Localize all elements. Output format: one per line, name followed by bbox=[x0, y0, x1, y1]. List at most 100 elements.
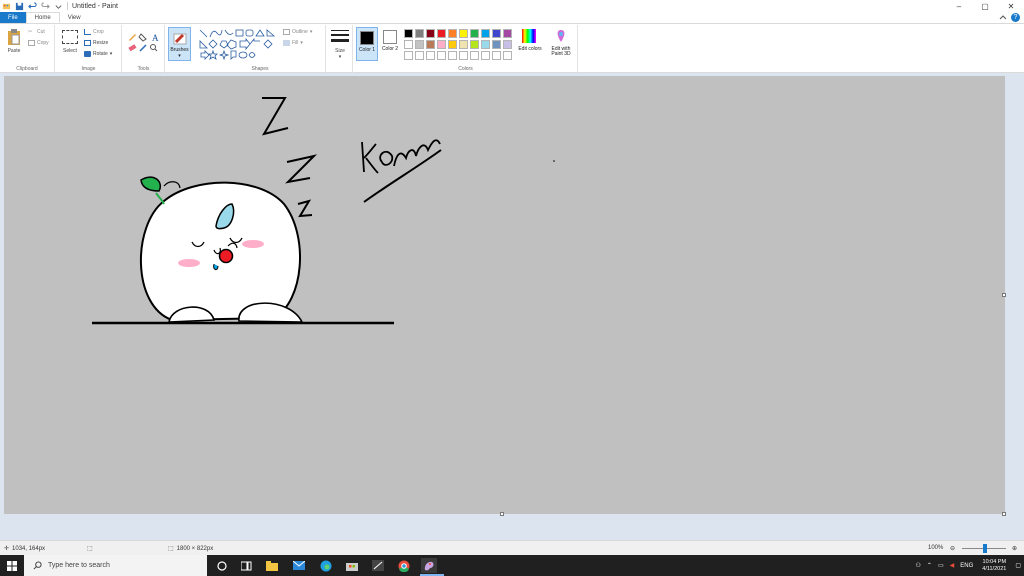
start-button[interactable] bbox=[0, 555, 24, 576]
zoom-slider-thumb[interactable] bbox=[983, 544, 987, 553]
color-swatch[interactable] bbox=[503, 29, 512, 38]
maximize-button[interactable]: ▢ bbox=[972, 0, 998, 12]
canvas-area[interactable] bbox=[0, 73, 1024, 540]
color-swatch[interactable] bbox=[459, 29, 468, 38]
file-explorer-icon[interactable] bbox=[264, 558, 280, 573]
color-swatch[interactable] bbox=[470, 40, 479, 49]
text-icon[interactable]: A bbox=[152, 33, 159, 43]
store-icon[interactable] bbox=[344, 558, 360, 573]
network-icon[interactable]: ▭ bbox=[935, 562, 947, 569]
color-swatch[interactable] bbox=[492, 29, 501, 38]
magnifier-icon[interactable] bbox=[150, 44, 158, 52]
tools-palette: A bbox=[128, 33, 159, 52]
cut-button[interactable]: ✂ Cut bbox=[28, 29, 45, 35]
size-icon[interactable] bbox=[331, 29, 349, 45]
color2-button[interactable]: Color 2 bbox=[380, 27, 402, 61]
color-swatch[interactable] bbox=[492, 40, 501, 49]
image-label: Image bbox=[81, 66, 96, 72]
color-swatch[interactable] bbox=[448, 29, 457, 38]
shapes-gallery[interactable] bbox=[198, 28, 280, 60]
copy-button[interactable]: Copy bbox=[28, 40, 49, 46]
paste-button[interactable]: Paste bbox=[2, 48, 26, 54]
redo-icon[interactable] bbox=[41, 1, 50, 11]
save-icon[interactable] bbox=[15, 2, 24, 11]
zoom-level: 100% bbox=[928, 545, 944, 551]
people-icon[interactable]: ⚇ bbox=[913, 562, 924, 569]
resize-handle-right[interactable] bbox=[1002, 293, 1006, 297]
language-indicator[interactable]: ENG bbox=[957, 563, 976, 569]
paste-icon[interactable] bbox=[6, 28, 22, 46]
color-swatch[interactable] bbox=[404, 40, 413, 49]
eraser-icon[interactable] bbox=[128, 44, 137, 52]
mail-icon[interactable] bbox=[291, 558, 307, 573]
collapse-ribbon-icon[interactable] bbox=[999, 14, 1007, 22]
color-swatch[interactable] bbox=[470, 51, 479, 60]
handwriting-k bbox=[361, 141, 379, 174]
task-view-icon[interactable] bbox=[238, 558, 254, 573]
fill-bucket-icon[interactable] bbox=[138, 33, 147, 42]
notification-icon[interactable]: ▢ bbox=[1012, 562, 1024, 569]
resize-button[interactable]: Resize bbox=[84, 40, 108, 46]
resize-handle-corner[interactable] bbox=[1002, 512, 1006, 516]
paint3d-button[interactable]: Edit with Paint 3D bbox=[546, 28, 576, 62]
outline-button[interactable]: Outline ▾ bbox=[283, 29, 312, 35]
color-swatch[interactable] bbox=[404, 29, 413, 38]
color-swatch[interactable] bbox=[481, 40, 490, 49]
chevron-up-icon[interactable]: ⌃ bbox=[924, 562, 935, 569]
snipping-tool-icon[interactable] bbox=[370, 558, 386, 573]
date: 4/11/2021 bbox=[982, 565, 1007, 572]
chevron-down-icon: ▾ bbox=[178, 53, 181, 59]
color-swatch[interactable] bbox=[426, 51, 435, 60]
color-swatch[interactable] bbox=[503, 51, 512, 60]
color-swatch[interactable] bbox=[470, 29, 479, 38]
color-swatch[interactable] bbox=[426, 40, 435, 49]
customize-toolbar-icon[interactable] bbox=[54, 2, 63, 11]
pencil-icon[interactable] bbox=[129, 34, 136, 41]
chrome-icon[interactable] bbox=[396, 558, 412, 573]
color1-swatch bbox=[360, 31, 374, 45]
zoom-out-button[interactable]: ⊖ bbox=[950, 545, 955, 552]
paint-taskbar-icon[interactable] bbox=[421, 558, 437, 573]
rotate-button[interactable]: Rotate ▾ bbox=[84, 51, 112, 57]
fill-button[interactable]: Fill ▾ bbox=[283, 40, 303, 46]
color-swatch[interactable] bbox=[437, 40, 446, 49]
tab-file[interactable]: File bbox=[0, 12, 26, 23]
color-swatch[interactable] bbox=[481, 29, 490, 38]
color-swatch[interactable] bbox=[415, 29, 424, 38]
color-swatch[interactable] bbox=[426, 29, 435, 38]
volume-icon[interactable]: ◀ bbox=[947, 562, 958, 569]
color-swatch[interactable] bbox=[448, 40, 457, 49]
crop-button[interactable]: Crop bbox=[84, 29, 104, 35]
undo-icon[interactable] bbox=[28, 1, 37, 11]
select-button[interactable]: Select bbox=[58, 48, 82, 54]
drawing-canvas[interactable] bbox=[4, 76, 1005, 514]
zoom-in-button[interactable]: ⊕ bbox=[1012, 545, 1017, 552]
color1-button[interactable]: Color 1 bbox=[356, 27, 378, 61]
color-swatch[interactable] bbox=[503, 40, 512, 49]
color-swatch[interactable] bbox=[437, 29, 446, 38]
color-swatch[interactable] bbox=[481, 51, 490, 60]
cortana-icon[interactable] bbox=[214, 558, 230, 573]
color-swatch[interactable] bbox=[404, 51, 413, 60]
color-swatch[interactable] bbox=[415, 51, 424, 60]
color-swatch[interactable] bbox=[437, 51, 446, 60]
clock[interactable]: 10:04 PM 4/11/2021 bbox=[976, 559, 1012, 573]
tab-home[interactable]: Home bbox=[25, 12, 60, 23]
taskbar-search[interactable]: Type here to search bbox=[24, 555, 207, 576]
brushes-button[interactable]: Brushes ▾ bbox=[168, 27, 191, 61]
color-swatch[interactable] bbox=[459, 51, 468, 60]
status-bar: ✛ 1034, 164px ⬚ ⬚ 1800 × 822px 100% ⊖ ⊕ bbox=[0, 540, 1024, 555]
select-icon[interactable] bbox=[62, 30, 78, 44]
edit-colors-button[interactable]: Edit colors bbox=[516, 28, 544, 62]
color-swatch[interactable] bbox=[448, 51, 457, 60]
resize-handle-bottom[interactable] bbox=[500, 512, 504, 516]
minimize-button[interactable]: – bbox=[946, 0, 972, 12]
color-picker-icon[interactable] bbox=[139, 44, 147, 52]
close-button[interactable]: ✕ bbox=[998, 0, 1024, 12]
tab-view[interactable]: View bbox=[60, 12, 89, 23]
help-icon[interactable]: ? bbox=[1011, 13, 1020, 22]
edge-icon[interactable] bbox=[318, 558, 334, 573]
color-swatch[interactable] bbox=[492, 51, 501, 60]
color-swatch[interactable] bbox=[459, 40, 468, 49]
color-swatch[interactable] bbox=[415, 40, 424, 49]
